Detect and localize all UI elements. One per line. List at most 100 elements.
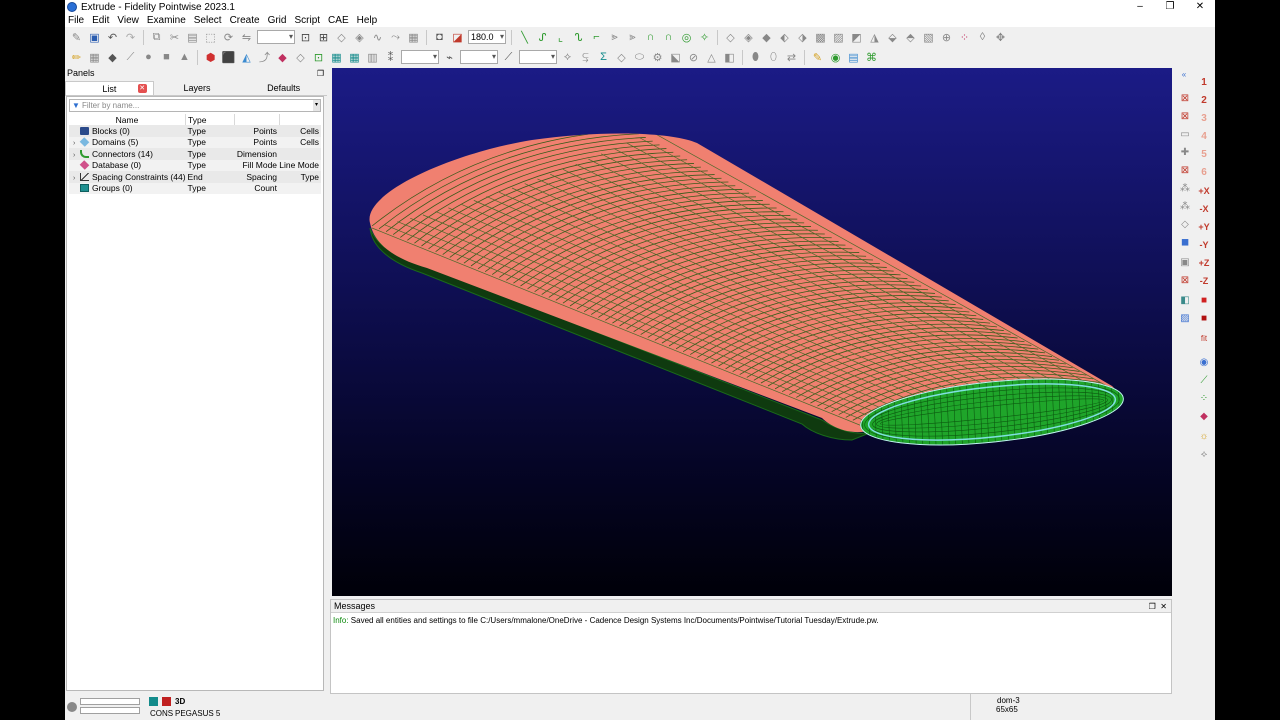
column-header-name[interactable]: Name xyxy=(69,114,187,125)
expand-arrow[interactable]: › xyxy=(73,175,80,182)
tab-layers[interactable]: Layers xyxy=(154,81,241,95)
examine-icon[interactable]: ◧ xyxy=(722,50,737,65)
display-icon-8[interactable]: ◇ xyxy=(1178,218,1192,232)
grid-view2-icon[interactable]: ▦ xyxy=(347,50,362,65)
select-sphere-icon[interactable]: ● xyxy=(141,50,156,65)
paste-icon[interactable]: ▤ xyxy=(185,30,200,45)
expand-arrow[interactable]: › xyxy=(73,152,80,159)
smooth-icon[interactable]: ⥹ xyxy=(578,50,593,65)
point-icon[interactable]: ◇ xyxy=(334,30,349,45)
block-icon-9[interactable]: ⁘ xyxy=(957,30,972,45)
domain-icon-3[interactable]: ◆ xyxy=(759,30,774,45)
display-icon-12[interactable]: ◧ xyxy=(1178,294,1192,308)
mirror-icon[interactable]: ⇋ xyxy=(239,30,254,45)
layout-icon[interactable]: ▥ xyxy=(365,50,380,65)
display-icon-4[interactable]: ✚ xyxy=(1178,146,1192,160)
menu-edit[interactable]: Edit xyxy=(92,15,109,26)
select-pyramid-icon[interactable]: ▲ xyxy=(177,50,192,65)
gear-icon[interactable]: ⚙ xyxy=(650,50,665,65)
rotate-icon[interactable]: ⟳ xyxy=(221,30,236,45)
angle-input[interactable]: 180.0 xyxy=(468,30,506,44)
red-cube2-icon[interactable]: ■ xyxy=(1197,312,1211,326)
mode-3d-label[interactable]: 3D xyxy=(175,697,185,706)
view-plus-z-icon[interactable]: +Z xyxy=(1197,256,1211,270)
menu-grid[interactable]: Grid xyxy=(268,15,287,26)
warning-icon[interactable]: △ xyxy=(704,50,719,65)
view-3-icon[interactable]: 3 xyxy=(1197,112,1211,126)
transfer-icon[interactable]: ⇄ xyxy=(784,50,799,65)
block-icon-6[interactable]: ⬘ xyxy=(903,30,918,45)
display-icon-9[interactable]: ◼ xyxy=(1178,236,1192,250)
select-cube-icon[interactable]: ■ xyxy=(159,50,174,65)
sigma-icon[interactable]: Σ xyxy=(596,50,611,65)
display-icon-3[interactable]: ▭ xyxy=(1178,128,1192,142)
restore-button[interactable]: ❐ xyxy=(1155,0,1185,14)
view-fit-icon[interactable]: fit xyxy=(1197,332,1211,346)
spacing-icon[interactable]: ⌁ xyxy=(442,50,457,65)
close-icon[interactable]: ✕ xyxy=(1160,602,1167,611)
dist-icon[interactable]: ⁑ xyxy=(383,50,398,65)
menu-select[interactable]: Select xyxy=(194,15,222,26)
block-icon-1[interactable]: ▩ xyxy=(813,30,828,45)
table-row-database[interactable]: Database (0) Type Fill Mode Line Mode xyxy=(69,159,321,171)
undo-icon[interactable]: ↶ xyxy=(105,30,120,45)
diamond-outline-icon[interactable]: ◇ xyxy=(293,50,308,65)
select-diamond-icon[interactable]: ◆ xyxy=(105,50,120,65)
tab-list[interactable]: List ✕ xyxy=(65,81,154,95)
3d-viewport[interactable] xyxy=(332,68,1172,596)
slice-icon[interactable]: ◭ xyxy=(239,50,254,65)
fit-icon[interactable]: ⊡ xyxy=(311,50,326,65)
table-row-groups[interactable]: Groups (0) Type Count xyxy=(69,182,321,194)
redo-icon[interactable]: ↷ xyxy=(123,30,138,45)
block-icon-4[interactable]: ◮ xyxy=(867,30,882,45)
camera-icon[interactable]: ◘ xyxy=(432,30,447,45)
block-icon-8[interactable]: ⊕ xyxy=(939,30,954,45)
view-plus-x-icon[interactable]: +X xyxy=(1197,184,1211,198)
block-icon-7[interactable]: ▧ xyxy=(921,30,936,45)
pencil-icon[interactable]: ✎ xyxy=(810,50,825,65)
save-icon[interactable]: ▣ xyxy=(87,30,102,45)
export-icon[interactable]: ⬮ xyxy=(748,50,763,65)
minimize-button[interactable]: – xyxy=(1125,0,1155,14)
connector-arch1-icon[interactable]: ∩ xyxy=(643,30,658,45)
solver-label[interactable]: PEGASUS 5 xyxy=(175,709,220,718)
cut-icon[interactable]: ✂ xyxy=(167,30,182,45)
connector-arch2-icon[interactable]: ∩ xyxy=(661,30,676,45)
view-box-icon[interactable]: ⊞ xyxy=(316,30,331,45)
connector-line-icon[interactable]: ╲ xyxy=(517,30,532,45)
display-icon-2[interactable]: ⊠ xyxy=(1178,110,1192,124)
menu-view[interactable]: View xyxy=(117,15,139,26)
connector-tool-icon[interactable]: ✧ xyxy=(697,30,712,45)
script-icon[interactable]: ⌘ xyxy=(864,50,879,65)
view-5-icon[interactable]: 5 xyxy=(1197,148,1211,162)
chevron-down-icon[interactable]: ▾ xyxy=(313,100,320,111)
globe-icon[interactable]: ◉ xyxy=(828,50,843,65)
grid-view-icon[interactable]: ▦ xyxy=(329,50,344,65)
collapse-icon[interactable]: « xyxy=(1177,68,1191,82)
visibility-eye-icon[interactable]: ◉ xyxy=(1197,356,1211,370)
probe-icon[interactable]: ⤴ xyxy=(257,50,272,65)
growth-icon[interactable]: ⟋ xyxy=(501,50,516,65)
display-icon-7[interactable]: ⁂ xyxy=(1178,200,1192,214)
select-line-icon[interactable]: ⟋ xyxy=(123,50,138,65)
display-icon-13[interactable]: ▨ xyxy=(1178,312,1192,326)
spline-icon[interactable]: ∿ xyxy=(370,30,385,45)
menu-script[interactable]: Script xyxy=(294,15,320,26)
zoom-box-icon[interactable]: ⊡ xyxy=(298,30,313,45)
close-icon[interactable]: ✕ xyxy=(137,84,147,93)
mask-icon[interactable]: ▦ xyxy=(87,50,102,65)
cube-icon[interactable]: ⬛ xyxy=(221,50,236,65)
domain-icon-4[interactable]: ⬖ xyxy=(777,30,792,45)
display-icon-6[interactable]: ⁂ xyxy=(1178,182,1192,196)
copy-icon[interactable]: ⧉ xyxy=(149,30,164,45)
connector-circle-icon[interactable]: ◎ xyxy=(679,30,694,45)
solve-icon[interactable]: ⟡ xyxy=(560,50,575,65)
menu-cae[interactable]: CAE xyxy=(328,15,349,26)
flatten-icon[interactable]: ◇ xyxy=(614,50,629,65)
block-icon-5[interactable]: ⬙ xyxy=(885,30,900,45)
visibility-line-icon[interactable]: ⟋ xyxy=(1197,374,1211,388)
menu-help[interactable]: Help xyxy=(357,15,378,26)
shield-icon[interactable]: ⬢ xyxy=(203,50,218,65)
table-row-domains[interactable]: › Domains (5) Type Points Cells xyxy=(69,136,321,148)
menu-create[interactable]: Create xyxy=(230,15,260,26)
